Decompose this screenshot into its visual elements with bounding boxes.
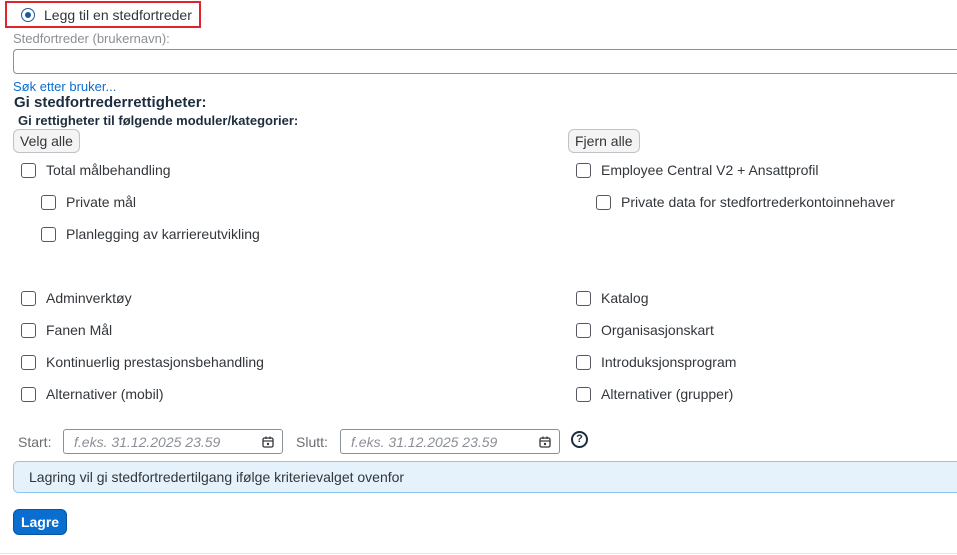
start-date-placeholder: f.eks. 31.12.2025 23.59 [74,433,221,450]
add-delegate-radio[interactable] [21,7,35,22]
delegate-username-input[interactable] [13,49,957,74]
delegate-username-label: Stedfortreder (brukernavn): [13,31,170,46]
checkbox[interactable] [576,322,591,338]
select-all-button[interactable]: Velg alle [13,129,80,153]
checkbox-label: Private mål [66,194,137,210]
checkbox-onboarding[interactable]: Introduksjonsprogram [576,352,736,372]
add-delegate-radio-label: Legg til en stedfortreder [44,6,192,23]
checkbox[interactable] [21,290,36,306]
checkbox-options-groups[interactable]: Alternativer (grupper) [576,384,733,404]
checkbox-label: Planlegging av karriereutvikling [66,226,260,242]
checkbox-label: Employee Central V2 + Ansattprofil [601,162,819,178]
remove-all-button[interactable]: Fjern alle [568,129,640,153]
checkbox[interactable] [41,226,56,242]
end-date-placeholder: f.eks. 31.12.2025 23.59 [351,433,498,450]
calendar-icon[interactable] [539,436,551,448]
checkbox[interactable] [41,194,56,210]
checkbox-total-goal-management[interactable]: Total målbehandling [21,160,171,180]
checkbox-label: Organisasjonskart [601,322,714,338]
checkbox-continuous-performance[interactable]: Kontinuerlig prestasjonsbehandling [21,352,264,372]
checkbox-career-development[interactable]: Planlegging av karriereutvikling [41,224,260,244]
add-delegate-radio-option[interactable]: Legg til en stedfortreder [5,1,201,28]
checkbox-label: Alternativer (mobil) [46,386,164,402]
checkbox-admin-tools[interactable]: Adminverktøy [21,288,132,308]
end-date-label: Slutt: [296,434,328,450]
checkbox-label: Introduksjonsprogram [601,354,737,370]
checkbox[interactable] [576,162,591,178]
save-button[interactable]: Lagre [13,509,67,535]
start-date-input[interactable]: f.eks. 31.12.2025 23.59 [63,429,283,454]
checkbox-options-mobile[interactable]: Alternativer (mobil) [21,384,163,404]
checkbox-label: Adminverktøy [46,290,132,306]
checkbox-label: Alternativer (grupper) [601,386,734,402]
checkbox-org-chart[interactable]: Organisasjonskart [576,320,714,340]
info-message-text: Lagring vil gi stedfortredertilgang iføl… [29,469,405,485]
checkbox[interactable] [576,290,591,306]
checkbox[interactable] [21,354,36,370]
checkbox-label: Total målbehandling [46,162,171,178]
checkbox-label: Private data for stedfortrederkontoinneh… [621,194,895,210]
calendar-icon[interactable] [262,436,274,448]
checkbox-private-goals[interactable]: Private mål [41,192,136,212]
info-message: Lagring vil gi stedfortredertilgang iføl… [13,461,957,493]
search-user-link[interactable]: Søk etter bruker... [13,79,116,94]
checkbox-goals-tab[interactable]: Fanen Mål [21,320,112,340]
checkbox-label: Katalog [601,290,649,306]
checkbox[interactable] [576,386,591,402]
modules-subtitle: Gi rettigheter til følgende moduler/kate… [18,113,299,128]
checkbox[interactable] [596,194,611,210]
help-icon[interactable]: ? [571,431,588,448]
end-date-input[interactable]: f.eks. 31.12.2025 23.59 [340,429,560,454]
section-title: Gi stedfortrederrettigheter: [14,94,207,111]
checkbox-private-data[interactable]: Private data for stedfortrederkontoinneh… [596,192,895,212]
checkbox[interactable] [21,162,36,178]
bottom-divider [0,553,957,554]
checkbox[interactable] [21,322,36,338]
checkbox-label: Kontinuerlig prestasjonsbehandling [46,354,264,370]
checkbox-catalog[interactable]: Katalog [576,288,648,308]
start-date-label: Start: [18,434,52,450]
checkbox[interactable] [576,354,591,370]
checkbox-label: Fanen Mål [46,322,113,338]
checkbox-employee-central[interactable]: Employee Central V2 + Ansattprofil [576,160,819,180]
checkbox[interactable] [21,386,36,402]
